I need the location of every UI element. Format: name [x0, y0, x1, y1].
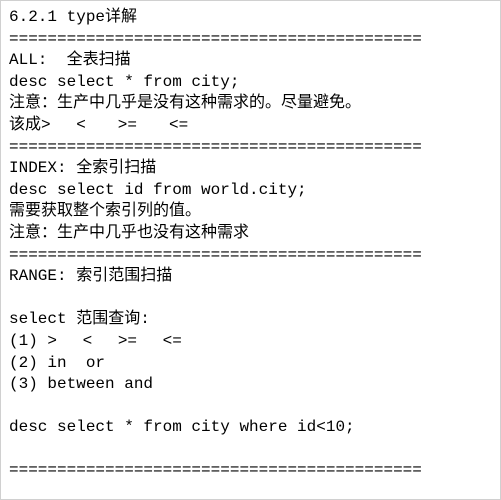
all-note-1: 注意：生产中几乎是没有这种需求的。尽量避免。: [9, 94, 361, 112]
index-header: INDEX: 全索引扫描: [9, 159, 156, 177]
index-note-2: 注意：生产中几乎也没有这种需求: [9, 224, 249, 242]
range-header: RANGE: 索引范围扫描: [9, 267, 172, 285]
range-line-1: (1) > < >= <=: [9, 332, 182, 350]
range-line-2: (2) in or: [9, 354, 105, 372]
separator: ========================================…: [9, 461, 422, 479]
all-header: ALL: 全表扫描: [9, 51, 131, 69]
separator: ========================================…: [9, 138, 422, 156]
range-command: desc select * from city where id<10;: [9, 418, 355, 436]
range-subtitle: select 范围查询:: [9, 310, 150, 328]
range-line-3: (3) between and: [9, 375, 153, 393]
separator: ========================================…: [9, 30, 422, 48]
document-page: 6.2.1 type详解 ===========================…: [0, 0, 501, 500]
index-command: desc select id from world.city;: [9, 181, 307, 199]
all-command: desc select * from city;: [9, 73, 239, 91]
section-title: 6.2.1 type详解: [9, 8, 137, 26]
index-note-1: 需要获取整个索引列的值。: [9, 202, 201, 220]
separator: ========================================…: [9, 246, 422, 264]
all-note-2: 该成> < >= <=: [9, 116, 188, 134]
